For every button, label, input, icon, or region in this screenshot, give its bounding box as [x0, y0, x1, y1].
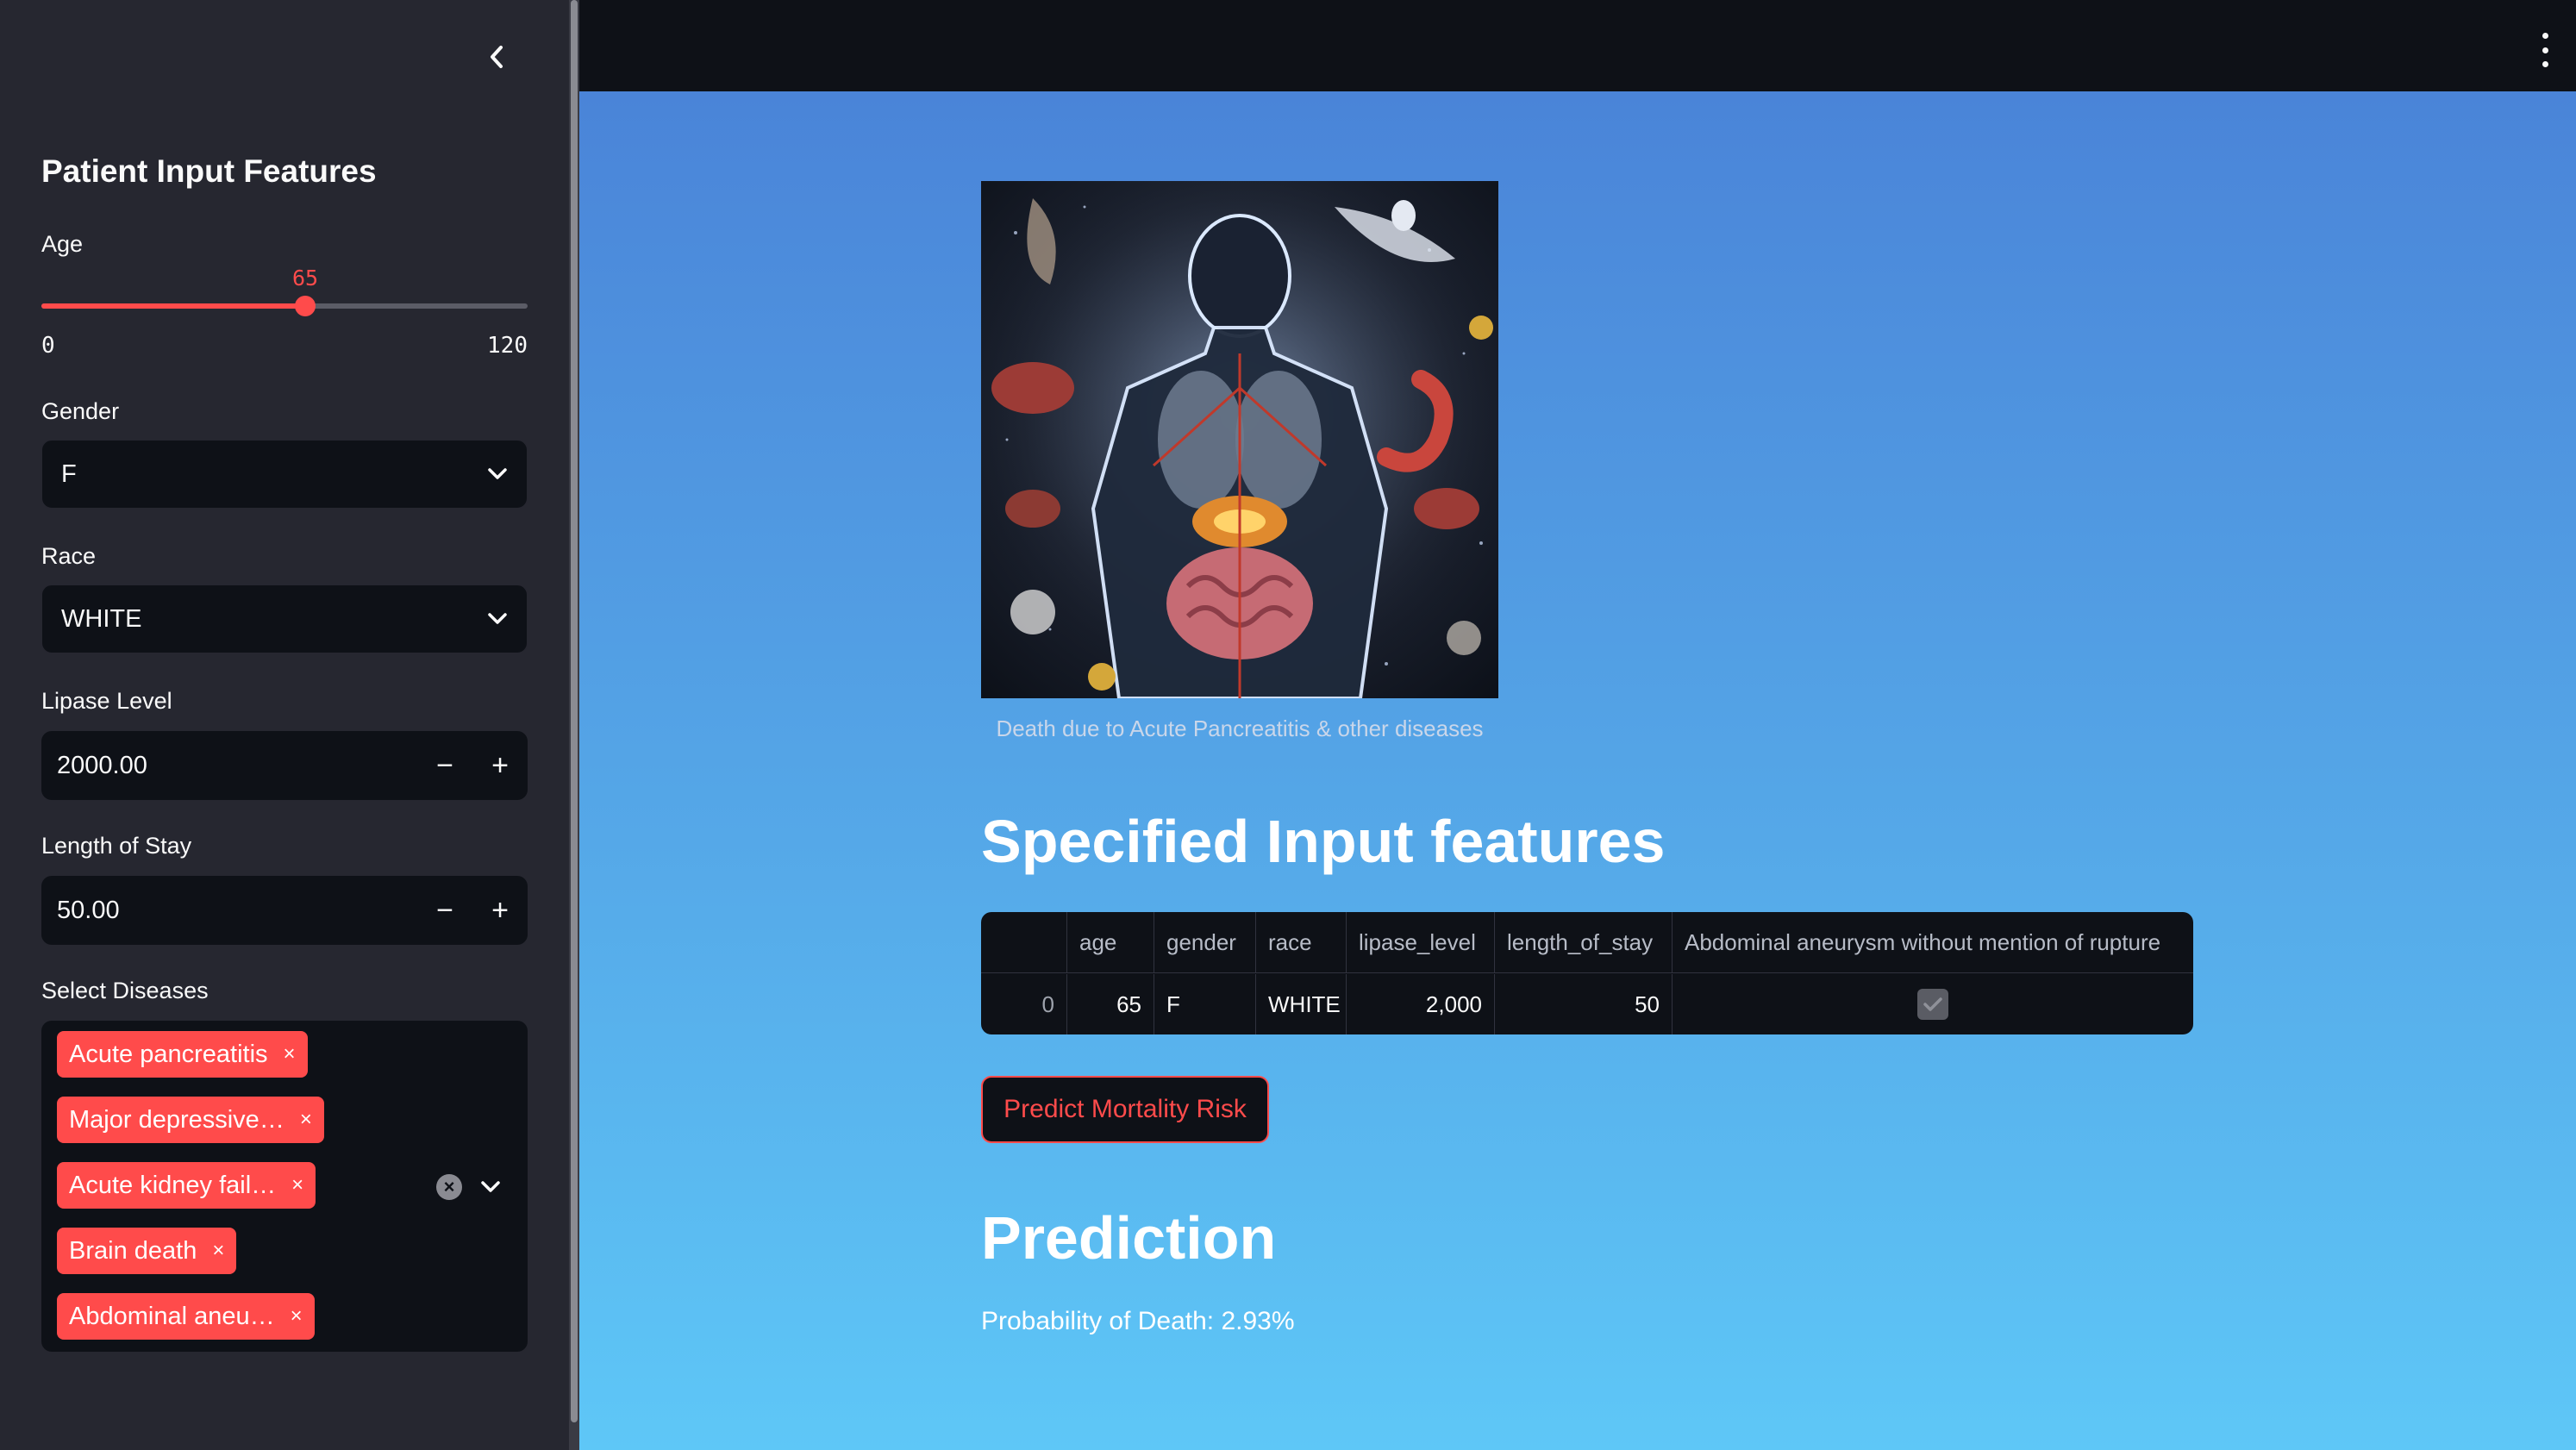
remove-tag-icon[interactable]: ×: [291, 1173, 303, 1197]
hero-image: [981, 181, 1498, 698]
check-icon: [1923, 997, 1942, 1011]
diseases-label: Select Diseases: [41, 978, 209, 1003]
age-slider[interactable]: 65 0 120: [41, 259, 528, 362]
chevron-down-icon: [488, 468, 507, 479]
disease-tag: Brain death ×: [57, 1228, 237, 1274]
table-cell-index[interactable]: 0: [981, 974, 1067, 1034]
stay-decrement-button[interactable]: −: [417, 876, 472, 945]
chevron-down-icon: [481, 1181, 500, 1192]
anatomy-illustration: [981, 181, 1498, 698]
disease-tag: Acute pancreatitis ×: [57, 1031, 308, 1078]
table-header-cell[interactable]: gender: [1154, 912, 1256, 972]
table-cell[interactable]: WHITE: [1256, 974, 1347, 1034]
race-select[interactable]: WHITE: [41, 584, 528, 653]
kebab-menu-icon[interactable]: [2533, 33, 2557, 67]
sidebar-scrollbar-thumb[interactable]: [571, 0, 578, 1422]
remove-tag-icon[interactable]: ×: [300, 1108, 312, 1132]
gender-select-value: F: [61, 459, 77, 488]
sidebar: Patient Input Features Age 65 0 120 Gend…: [0, 0, 569, 1450]
table-header-cell[interactable]: length_of_stay: [1495, 912, 1673, 972]
table-header-row: age gender race lipase_level length_of_s…: [981, 912, 2193, 973]
age-slider-min: 0: [41, 333, 55, 359]
clear-all-icon[interactable]: ×: [436, 1174, 462, 1200]
table-row: 0 65 F WHITE 2,000 50: [981, 974, 2193, 1034]
table-header-cell[interactable]: race: [1256, 912, 1347, 972]
disease-tag-label: Acute pancreatitis: [69, 1040, 268, 1068]
checkbox-checked[interactable]: [1917, 989, 1948, 1020]
collapse-sidebar-button[interactable]: [479, 40, 514, 74]
probability-text: Probability of Death: 2.93%: [981, 1307, 1295, 1335]
table-header-cell[interactable]: Abdominal aneurysm without mention of ru…: [1673, 912, 2193, 972]
age-slider-fill: [41, 303, 305, 309]
table-cell[interactable]: 2,000: [1347, 974, 1495, 1034]
table-cell-checkbox[interactable]: [1673, 974, 2193, 1034]
table-cell[interactable]: 65: [1067, 974, 1154, 1034]
stay-label: Length of Stay: [41, 833, 192, 859]
table-cell[interactable]: F: [1154, 974, 1256, 1034]
age-slider-track[interactable]: [41, 296, 528, 316]
image-caption: Death due to Acute Pancreatitis & other …: [996, 716, 1484, 741]
age-slider-max: 120: [487, 333, 528, 359]
lipase-increment-button[interactable]: +: [472, 731, 528, 800]
gender-label: Gender: [41, 398, 120, 424]
prediction-heading: Prediction: [981, 1204, 1277, 1272]
chevron-down-icon: [488, 613, 507, 624]
disease-tag-label: Abdominal aneu…: [69, 1302, 275, 1330]
age-slider-value: 65: [291, 266, 319, 291]
main-content: Death due to Acute Pancreatitis & other …: [579, 91, 2576, 1450]
table-header-cell[interactable]: age: [1067, 912, 1154, 972]
remove-tag-icon[interactable]: ×: [291, 1304, 303, 1328]
table-header-cell[interactable]: [981, 912, 1067, 972]
age-label: Age: [41, 231, 84, 257]
sidebar-title: Patient Input Features: [41, 153, 377, 189]
remove-tag-icon[interactable]: ×: [212, 1239, 224, 1263]
disease-tag-label: Acute kidney fail…: [69, 1171, 277, 1199]
remove-tag-icon[interactable]: ×: [284, 1042, 296, 1066]
gender-select[interactable]: F: [41, 440, 528, 509]
stay-input-field[interactable]: 50.00: [41, 897, 417, 925]
diseases-dropdown-toggle[interactable]: [476, 1172, 505, 1202]
chevron-left-icon: [491, 46, 503, 68]
disease-tag-label: Major depressive…: [69, 1105, 284, 1134]
lipase-decrement-button[interactable]: −: [417, 731, 472, 800]
table-cell[interactable]: 50: [1495, 974, 1673, 1034]
stay-increment-button[interactable]: +: [472, 876, 528, 945]
diseases-multiselect[interactable]: Acute pancreatitis × Major depressive… ×…: [41, 1021, 528, 1352]
lipase-label: Lipase Level: [41, 688, 172, 714]
input-features-table[interactable]: age gender race lipase_level length_of_s…: [981, 912, 2193, 1034]
predict-mortality-button[interactable]: Predict Mortality Risk: [981, 1076, 1269, 1143]
disease-tag-label: Brain death: [69, 1236, 197, 1265]
disease-tag: Acute kidney fail… ×: [57, 1162, 316, 1209]
sidebar-scrollbar[interactable]: [569, 0, 579, 1450]
lipase-input: 2000.00 − +: [41, 731, 528, 800]
disease-tag: Major depressive… ×: [57, 1097, 324, 1143]
table-header-cell[interactable]: lipase_level: [1347, 912, 1495, 972]
lipase-input-field[interactable]: 2000.00: [41, 752, 417, 780]
age-slider-thumb[interactable]: [295, 296, 316, 316]
race-select-value: WHITE: [61, 604, 142, 633]
stay-input: 50.00 − +: [41, 876, 528, 945]
app-header: [579, 0, 2576, 91]
disease-tag: Abdominal aneu… ×: [57, 1293, 315, 1340]
race-label: Race: [41, 543, 97, 569]
input-features-heading: Specified Input features: [981, 808, 1666, 875]
